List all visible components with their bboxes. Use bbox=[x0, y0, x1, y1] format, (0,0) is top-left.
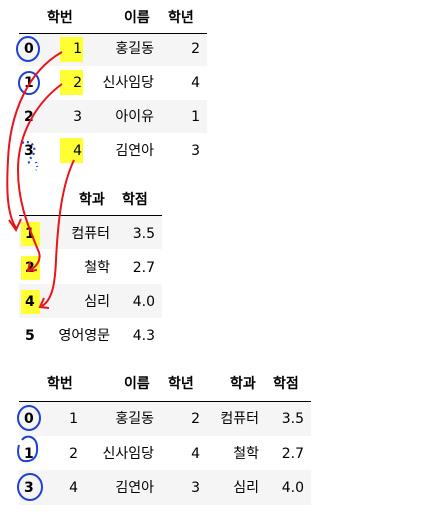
blue-dotted-mark-annotation bbox=[34, 161, 39, 171]
blue-dotted-mark-annotation bbox=[21, 140, 36, 165]
red-arrow-annotation bbox=[41, 159, 75, 307]
blue-circle-annotation bbox=[16, 36, 40, 62]
red-arrow-annotation bbox=[6, 51, 63, 229]
blue-circle-annotation bbox=[17, 405, 41, 431]
blue-circle-annotation bbox=[17, 435, 39, 463]
annotation-layer bbox=[6, 36, 75, 501]
red-arrow-annotation bbox=[16, 83, 63, 271]
blue-circle-annotation bbox=[17, 473, 43, 501]
